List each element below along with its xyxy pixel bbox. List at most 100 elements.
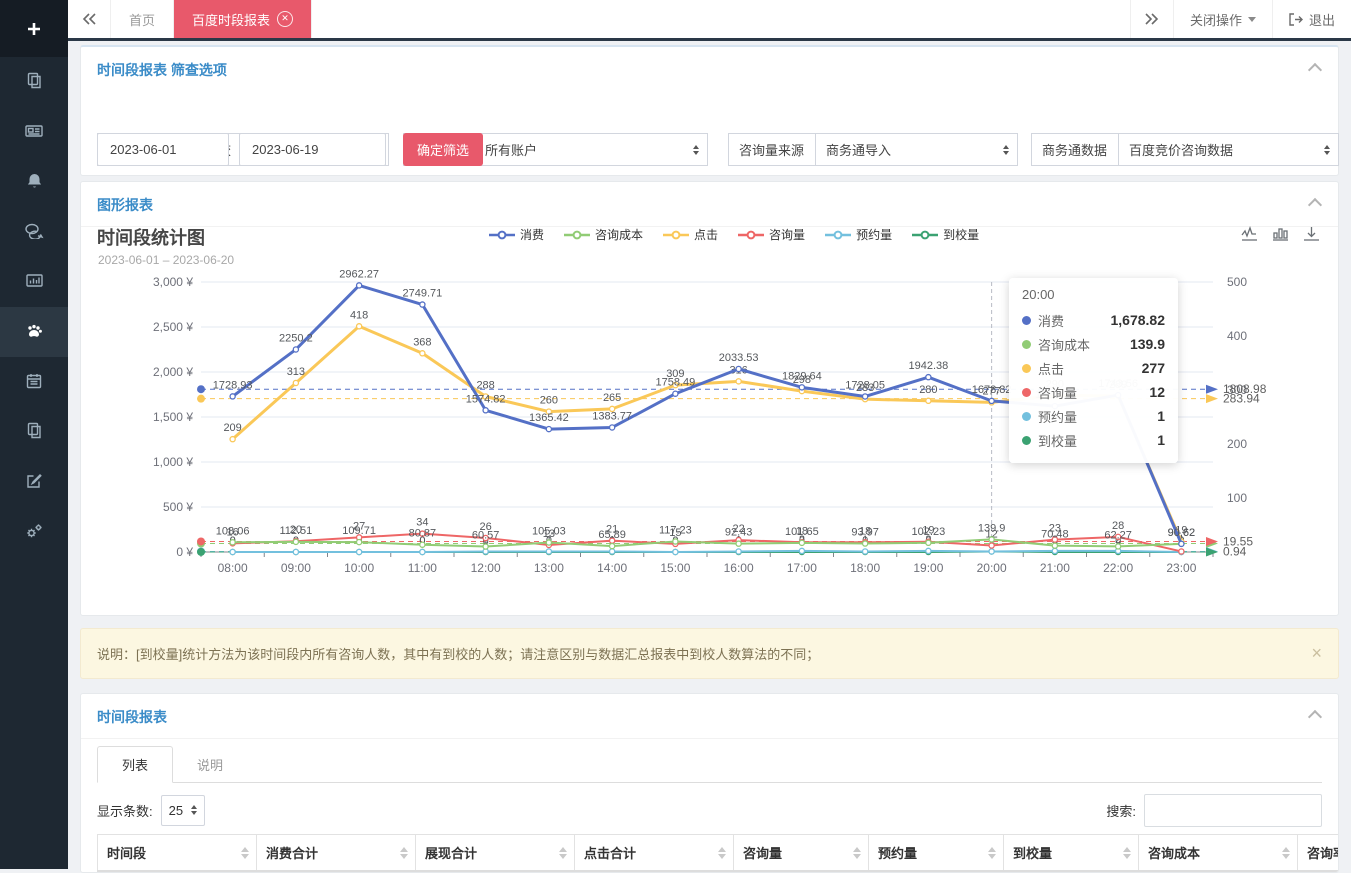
sidebar-item-gears[interactable]: [0, 507, 68, 557]
column-header-咨询成本[interactable]: 咨询成本: [1139, 835, 1298, 872]
svg-text:2749.71: 2749.71: [402, 288, 442, 300]
sidebar-item-calendar[interactable]: [0, 357, 68, 407]
logout-icon: [1289, 13, 1303, 26]
svg-text:1728.93: 1728.93: [213, 379, 253, 391]
legend-item-咨询成本[interactable]: 咨询成本: [564, 226, 643, 243]
svg-text:500: 500: [1227, 275, 1247, 289]
series-dot-icon: [1022, 412, 1031, 421]
svg-text:101.65: 101.65: [785, 526, 819, 538]
tab-baidu-period-report[interactable]: 百度时段报表 ✕: [174, 0, 312, 38]
scroll-tabs-left-button[interactable]: [68, 0, 111, 38]
column-header-展现合计[interactable]: 展现合计: [416, 835, 575, 872]
svg-text:70.48: 70.48: [1041, 529, 1069, 541]
download-icon[interactable]: [1303, 226, 1320, 243]
search-input[interactable]: [1144, 794, 1322, 827]
column-header-预约量[interactable]: 预约量: [869, 835, 1004, 872]
svg-text:3,000 ¥: 3,000 ¥: [153, 275, 193, 289]
legend-item-预约量[interactable]: 预约量: [825, 226, 892, 243]
svg-text:93.97: 93.97: [851, 527, 879, 539]
sidebar-item-pages[interactable]: [0, 57, 68, 107]
svg-text:11:00: 11:00: [408, 561, 437, 575]
svg-text:280: 280: [919, 384, 937, 396]
svg-text:80.87: 80.87: [409, 528, 437, 540]
date-from-value: 2023-06-01: [110, 142, 177, 157]
legend-item-点击[interactable]: 点击: [663, 226, 718, 243]
calendar-icon: [25, 372, 43, 393]
caret-down-icon: [1248, 17, 1256, 22]
svg-text:1,500 ¥: 1,500 ¥: [153, 410, 193, 424]
logout-button[interactable]: 退出: [1272, 0, 1351, 38]
svg-text:19:00: 19:00: [913, 561, 943, 575]
tab-description[interactable]: 说明: [173, 746, 247, 783]
pages-icon: [25, 421, 44, 443]
sidebar-item-add[interactable]: [0, 0, 68, 57]
date-from-input[interactable]: 2023-06-01: [97, 133, 229, 166]
svg-text:400: 400: [1227, 329, 1247, 343]
svg-text:109.71: 109.71: [342, 525, 376, 537]
collapse-chevron-icon[interactable]: [1308, 63, 1322, 77]
svg-text:108.06: 108.06: [216, 525, 250, 537]
chart-panel-header: 图形报表: [81, 182, 1338, 227]
double-chevron-right-icon: [1145, 13, 1159, 25]
svg-text:65.89: 65.89: [598, 529, 626, 541]
date-to-input[interactable]: 2023-06-19: [239, 133, 386, 166]
scroll-tabs-right-button[interactable]: [1130, 0, 1173, 38]
sidebar-item-paw[interactable]: [0, 307, 68, 357]
legend-marker-icon: [825, 230, 851, 240]
filter-panel: 时间段报表 筛查选项 所属学校所有学校百度账户所有账户咨询量来源商务通导入商务通…: [80, 45, 1339, 176]
tooltip-row-咨询成本: 咨询成本139.9: [1022, 332, 1165, 356]
note-bar: 说明：[到校量]统计方法为该时间段内所有咨询人数，其中有到校的人数；请注意区别与…: [80, 628, 1339, 679]
column-header-咨询量[interactable]: 咨询量: [734, 835, 869, 872]
tooltip-row-到校量: 到校量1: [1022, 428, 1165, 452]
svg-text:2962.27: 2962.27: [339, 268, 379, 280]
legend-item-咨询量[interactable]: 咨询量: [738, 226, 805, 243]
tab-label: 百度时段报表: [192, 10, 270, 29]
confirm-filter-button[interactable]: 确定筛选: [403, 133, 483, 166]
page: { "topbar": { "tabs": [ {"label": "首页", …: [0, 0, 1351, 869]
sidebar-item-chat[interactable]: [0, 207, 68, 257]
legend-item-到校量[interactable]: 到校量: [912, 226, 979, 243]
filter-panel-title: 时间段报表 筛查选项: [97, 62, 227, 78]
note-close-icon[interactable]: ×: [1311, 643, 1322, 664]
page-size-value: 25: [169, 803, 183, 818]
page-size-select[interactable]: 25: [161, 795, 205, 826]
filter-panel-header: 时间段报表 筛查选项: [81, 47, 1338, 91]
svg-text:418: 418: [350, 309, 368, 321]
tab-close-icon[interactable]: ✕: [277, 11, 293, 27]
tab-list[interactable]: 列表: [97, 746, 173, 783]
svg-text:62.27: 62.27: [1104, 529, 1132, 541]
chat-icon: [24, 222, 44, 242]
bar-chart-icon[interactable]: [1272, 226, 1289, 243]
chart-title: 时间段统计图: [97, 224, 205, 250]
collapse-chevron-icon[interactable]: [1308, 198, 1322, 212]
column-header-时间段[interactable]: 时间段: [98, 835, 257, 872]
sidebar-item-bell[interactable]: [0, 157, 68, 207]
legend-item-消费[interactable]: 消费: [489, 226, 544, 243]
svg-text:139.9: 139.9: [978, 522, 1006, 534]
sort-icon: [559, 847, 567, 859]
svg-text:283.94: 283.94: [1223, 392, 1260, 406]
line-chart-icon[interactable]: [1241, 226, 1258, 243]
svg-text:90.62: 90.62: [1168, 527, 1196, 539]
svg-text:60.57: 60.57: [472, 530, 500, 542]
svg-text:10:00: 10:00: [344, 561, 374, 575]
svg-text:20:00: 20:00: [977, 561, 1007, 575]
sidebar-item-pages[interactable]: [0, 407, 68, 457]
sidebar-item-edit[interactable]: [0, 457, 68, 507]
close-operations-dropdown[interactable]: 关闭操作: [1173, 0, 1272, 38]
sidebar-item-bar-chart[interactable]: [0, 257, 68, 307]
column-header-点击合计[interactable]: 点击合计: [575, 835, 734, 872]
sort-icon: [241, 847, 249, 859]
column-header-消费合计[interactable]: 消费合计: [257, 835, 416, 872]
column-header-到校量[interactable]: 到校量: [1004, 835, 1139, 872]
sidebar-item-newspaper[interactable]: [0, 107, 68, 157]
tab-home[interactable]: 首页: [111, 0, 174, 38]
table-panel-header: 时间段报表: [81, 694, 1338, 739]
svg-text:1942.38: 1942.38: [908, 360, 948, 372]
svg-text:1829.64: 1829.64: [782, 370, 822, 382]
svg-text:313: 313: [287, 366, 305, 378]
collapse-chevron-icon[interactable]: [1308, 710, 1322, 724]
top-tab-bar: 首页 百度时段报表 ✕ 关闭操作 退出: [68, 0, 1351, 41]
column-header-咨询率[interactable]: 咨询率: [1298, 835, 1340, 872]
table-panel-title: 时间段报表: [97, 709, 167, 725]
